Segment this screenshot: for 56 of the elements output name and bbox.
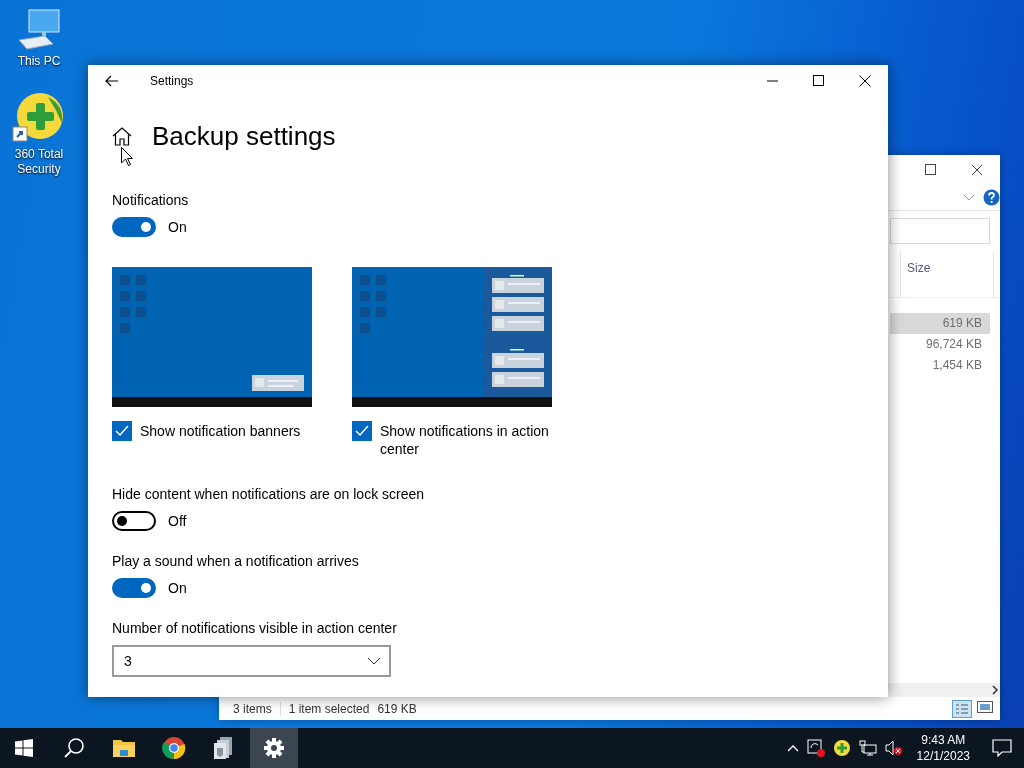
item-count: 3 items xyxy=(233,701,272,716)
size-cell[interactable]: 1,454 KB xyxy=(890,355,990,376)
toggle-state: On xyxy=(168,219,187,235)
computer-icon[interactable] xyxy=(15,8,63,52)
toggle-switch[interactable] xyxy=(112,217,156,237)
size-cell[interactable]: 619 KB xyxy=(890,313,990,334)
volume-muted-icon[interactable] xyxy=(884,740,903,756)
thumbnail-view-button[interactable] xyxy=(976,699,994,714)
toggle-switch[interactable] xyxy=(112,511,156,531)
setting-label: Play a sound when a notification arrives xyxy=(112,553,360,569)
chevron-down-icon[interactable] xyxy=(963,193,975,202)
checkbox-label: Show notifications in action center xyxy=(380,422,550,458)
scroll-right-icon[interactable] xyxy=(990,685,1000,695)
maximize-icon xyxy=(813,75,825,87)
maximize-button[interactable] xyxy=(925,164,937,176)
setting-label: Number of notifications visible in action center xyxy=(112,620,398,636)
search-field[interactable] xyxy=(890,218,990,244)
desktop-icon-label[interactable]: This PC xyxy=(17,54,61,69)
chevron-up-icon[interactable] xyxy=(786,744,799,752)
settings-icon xyxy=(264,738,284,758)
toggle-switch[interactable] xyxy=(112,578,156,598)
setting-label: Hide content when notifications are on lock screen xyxy=(112,486,426,502)
back-arrow-icon xyxy=(105,75,119,87)
toggle-state: Off xyxy=(168,513,187,529)
help-icon[interactable] xyxy=(983,189,1000,206)
close-icon xyxy=(859,75,871,87)
security-app-icon[interactable] xyxy=(832,739,851,757)
folder-icon xyxy=(112,738,136,758)
search-icon xyxy=(63,737,85,759)
toggle-state: On xyxy=(168,580,187,596)
windows-logo-icon xyxy=(15,739,33,757)
app-shortcut-icon[interactable] xyxy=(12,91,66,145)
clock[interactable]: 9:43 AM 12/1/2023 xyxy=(916,732,970,764)
mouse-pointer-icon xyxy=(121,147,133,166)
window-title: Settings xyxy=(150,74,195,88)
selection-status: 1 item selected xyxy=(288,701,370,716)
sync-error-icon[interactable] xyxy=(806,739,825,757)
minimize-icon xyxy=(767,80,779,82)
checkbox-label: Show notification banners xyxy=(140,422,301,440)
home-icon[interactable] xyxy=(112,127,132,146)
notification-center-icon[interactable] xyxy=(992,739,1012,757)
selection-size: 619 KB xyxy=(377,701,417,716)
desktop-icon-label[interactable]: 360 Total Security xyxy=(4,147,74,177)
browser-icon xyxy=(162,736,186,760)
column-header[interactable]: Size xyxy=(900,251,994,297)
chevron-down-icon xyxy=(367,657,381,665)
dropdown[interactable]: 3 xyxy=(112,645,391,677)
close-button[interactable] xyxy=(971,164,983,176)
document-stack-icon xyxy=(213,736,235,760)
checkbox[interactable] xyxy=(112,421,132,441)
size-cell[interactable]: 96,724 KB xyxy=(890,334,990,355)
taskbar-app-button[interactable] xyxy=(250,728,298,768)
setting-label: Notifications xyxy=(112,192,190,208)
network-icon[interactable] xyxy=(858,740,877,756)
checkbox[interactable] xyxy=(352,421,372,441)
page-title: Backup settings xyxy=(152,121,336,152)
